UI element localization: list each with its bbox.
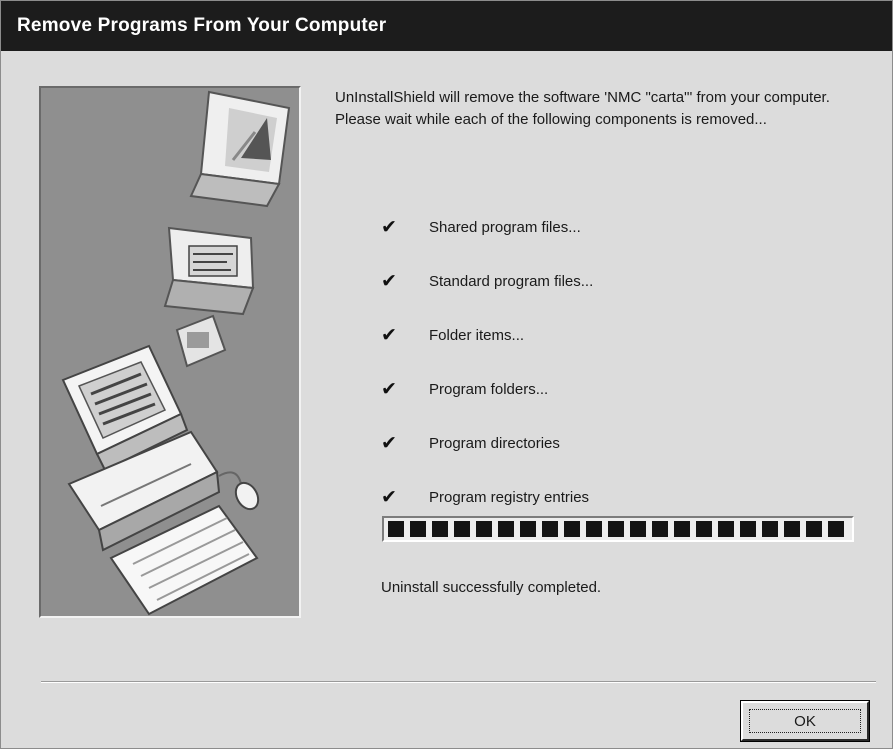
- component-steps-list: ✔ Shared program files... ✔ Standard pro…: [381, 213, 841, 537]
- status-text: Uninstall successfully completed.: [381, 579, 602, 596]
- step-standard-program-files: ✔ Standard program files...: [381, 267, 841, 297]
- progress-block: [498, 521, 514, 537]
- progress-block: [388, 521, 404, 537]
- uninstall-progress-bar: [382, 516, 854, 542]
- progress-block: [652, 521, 668, 537]
- computer-install-illustration-icon: [39, 86, 301, 618]
- ok-button[interactable]: OK: [740, 700, 870, 742]
- divider: [41, 681, 876, 683]
- progress-block: [564, 521, 580, 537]
- ok-button-label: OK: [749, 709, 861, 733]
- progress-block: [410, 521, 426, 537]
- checkmark-icon: ✔: [381, 487, 397, 508]
- progress-block: [762, 521, 778, 537]
- progress-block: [608, 521, 624, 537]
- step-label: Shared program files...: [429, 219, 581, 236]
- step-shared-program-files: ✔ Shared program files...: [381, 213, 841, 243]
- step-label: Program registry entries: [429, 489, 590, 506]
- progress-block: [520, 521, 536, 537]
- progress-fill: [388, 521, 848, 537]
- step-label: Folder items...: [429, 327, 525, 344]
- card-icon: [175, 314, 227, 368]
- mouse-icon: [218, 471, 260, 511]
- checkmark-icon: ✔: [381, 271, 397, 292]
- step-program-registry-entries: ✔ Program registry entries: [381, 483, 841, 513]
- progress-block: [718, 521, 734, 537]
- step-label: Program folders...: [429, 381, 549, 398]
- uninstall-dialog: Remove Programs From Your Computer UnIns…: [0, 0, 893, 749]
- checkmark-icon: ✔: [381, 325, 397, 346]
- checkmark-icon: ✔: [381, 433, 397, 454]
- document-cube-icon: [189, 90, 291, 208]
- progress-block: [674, 521, 690, 537]
- uninstall-message: UnInstallShield will remove the software…: [335, 89, 830, 128]
- step-label: Standard program files...: [429, 273, 594, 290]
- progress-block: [432, 521, 448, 537]
- step-program-folders: ✔ Program folders...: [381, 375, 841, 405]
- step-program-directories: ✔ Program directories: [381, 429, 841, 459]
- progress-block: [542, 521, 558, 537]
- step-label: Program directories: [429, 435, 560, 452]
- progress-block: [586, 521, 602, 537]
- progress-block: [696, 521, 712, 537]
- progress-block: [476, 521, 492, 537]
- checkmark-icon: ✔: [381, 379, 397, 400]
- progress-block: [630, 521, 646, 537]
- progress-block: [828, 521, 844, 537]
- progress-block: [740, 521, 756, 537]
- step-folder-items: ✔ Folder items...: [381, 321, 841, 351]
- screen-cube-icon: [163, 226, 255, 316]
- window-title: Remove Programs From Your Computer: [1, 1, 892, 51]
- checkmark-icon: ✔: [381, 217, 397, 238]
- progress-block: [454, 521, 470, 537]
- progress-block: [806, 521, 822, 537]
- progress-block: [784, 521, 800, 537]
